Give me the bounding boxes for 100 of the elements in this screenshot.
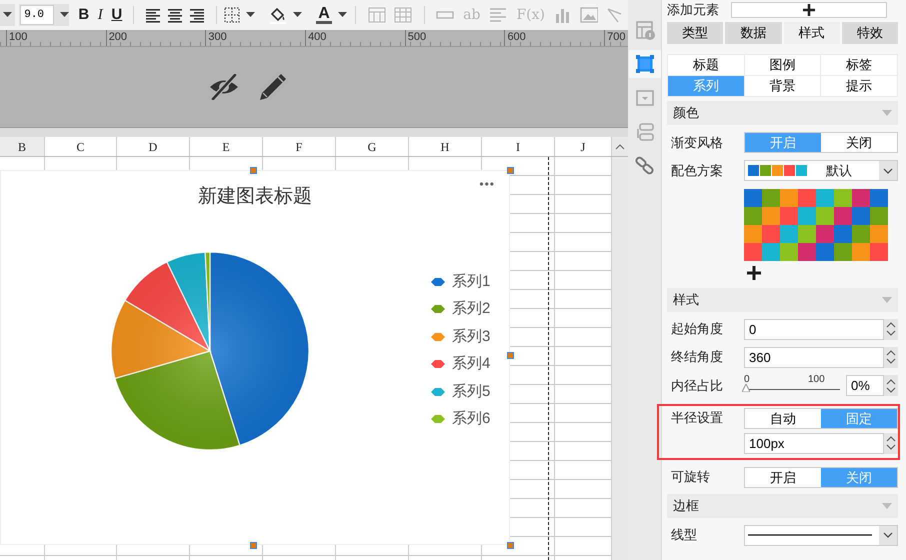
palette-swatch[interactable] [834,243,852,261]
palette-swatch[interactable] [780,189,798,207]
align-center-icon[interactable] [166,8,183,22]
caret-icon[interactable] [293,12,302,18]
subtab[interactable]: 标签 [821,55,897,75]
caret-icon[interactable] [60,12,70,18]
segmented-control[interactable]: 自动 固定 [744,408,898,428]
tab[interactable]: 样式 [784,22,840,44]
tab[interactable]: 特效 [842,22,898,44]
palette-swatch[interactable] [780,225,798,243]
italic-button[interactable]: I [92,5,109,25]
segmented-control[interactable]: 开启 关闭 [744,466,898,488]
column-header[interactable]: B [0,137,45,156]
resize-handle[interactable] [507,352,514,359]
palette-swatch[interactable] [744,189,762,207]
caret-icon[interactable] [338,12,347,18]
collapse-caret-icon[interactable] [882,502,892,508]
palette-swatch[interactable] [762,207,780,225]
palette-swatch[interactable] [816,207,834,225]
rail-button[interactable] [628,50,660,78]
palette-swatch[interactable] [870,225,888,243]
slider-thumb-icon[interactable] [742,384,750,392]
more-button[interactable]: ••• [479,175,495,193]
palette-swatch[interactable] [870,243,888,261]
legend-label[interactable]: 系列6 [452,408,490,430]
palette-swatch[interactable] [834,189,852,207]
underline-button[interactable]: U [108,5,126,25]
column-header[interactable]: E [190,137,263,156]
color-scheme-select[interactable]: 默认 [744,160,898,181]
chevron-down-icon[interactable] [883,168,893,174]
section-header[interactable]: 颜色 [667,101,898,125]
align-left-icon[interactable] [144,8,161,22]
number-field[interactable]: 360 [744,346,884,368]
font-size-select[interactable]: 9.0 [19,4,70,26]
column-header[interactable]: G [336,137,409,156]
plus-icon[interactable] [747,266,761,280]
palette-swatch[interactable] [852,189,870,207]
column-header[interactable]: H [409,137,482,156]
palette-swatch[interactable] [798,225,816,243]
palette-swatch[interactable] [798,189,816,207]
palette-swatch[interactable] [852,225,870,243]
collapse-caret-icon[interactable] [882,296,892,302]
align-right-icon[interactable] [188,8,205,22]
line-style-select[interactable] [744,524,898,546]
font-size-field[interactable]: 9.0 [20,5,54,25]
slider[interactable]: 0 100 [744,374,840,396]
percent-field[interactable]: 0% [846,375,884,396]
chevron-down-icon[interactable] [883,532,893,538]
caret-icon[interactable] [3,12,12,18]
palette-swatch[interactable] [870,189,888,207]
palette-swatch[interactable] [744,243,762,261]
palette-swatch[interactable] [816,189,834,207]
resize-handle[interactable] [507,542,514,549]
chart-panel[interactable]: 新建图表标题 ••• 系列1 系列2 系列3 系列4 系列5 系列6 [0,170,510,545]
palette-swatch[interactable] [744,207,762,225]
scrollbar[interactable] [612,157,628,560]
palette-swatch[interactable] [816,225,834,243]
legend-label[interactable]: 系列4 [452,353,490,376]
legend-label[interactable]: 系列2 [452,298,490,320]
palette-swatch[interactable] [798,243,816,261]
bold-button[interactable]: B [76,5,92,25]
palette-swatch[interactable] [852,243,870,261]
section-header[interactable]: 边框 [667,494,898,518]
resize-handle[interactable] [250,167,257,174]
number-field[interactable]: 0 [744,318,884,340]
palette-swatch[interactable] [816,243,834,261]
subtab[interactable]: 提示 [821,76,897,96]
spinner-button[interactable] [884,375,898,396]
resize-handle[interactable] [507,167,514,174]
column-header[interactable]: C [45,137,117,156]
eye-slash-icon[interactable] [208,74,240,100]
radius-field[interactable]: 100px [744,432,884,454]
spinner-button[interactable] [884,318,898,340]
font-dropdown[interactable] [0,4,16,26]
column-header[interactable]: F [263,137,336,156]
add-element-select[interactable] [731,2,887,18]
resize-handle[interactable] [250,542,257,549]
legend-label[interactable]: 系列1 [452,270,490,293]
spinner-button[interactable] [884,432,898,454]
paint-bucket-icon[interactable] [269,6,288,24]
font-color-button[interactable]: A [316,6,332,24]
section-header[interactable]: 样式 [667,288,898,312]
tab[interactable]: 数据 [725,22,782,44]
subtab[interactable]: 图例 [744,55,820,75]
palette-swatch[interactable] [762,225,780,243]
palette-swatch[interactable] [852,207,870,225]
spinner-button[interactable] [884,346,898,368]
borders-icon[interactable] [224,7,240,23]
pencil-icon[interactable] [258,72,288,102]
caret-icon[interactable] [246,12,256,18]
palette-swatch[interactable] [762,243,780,261]
palette-swatch[interactable] [870,207,888,225]
tab[interactable]: 类型 [667,22,724,44]
palette-swatch[interactable] [780,207,798,225]
palette-swatch[interactable] [798,207,816,225]
palette-swatch[interactable] [762,189,780,207]
segmented-control[interactable]: 开启 关闭 [744,132,898,153]
palette-swatch[interactable] [834,207,852,225]
legend-label[interactable]: 系列5 [452,380,490,403]
column-header[interactable]: D [117,137,190,156]
